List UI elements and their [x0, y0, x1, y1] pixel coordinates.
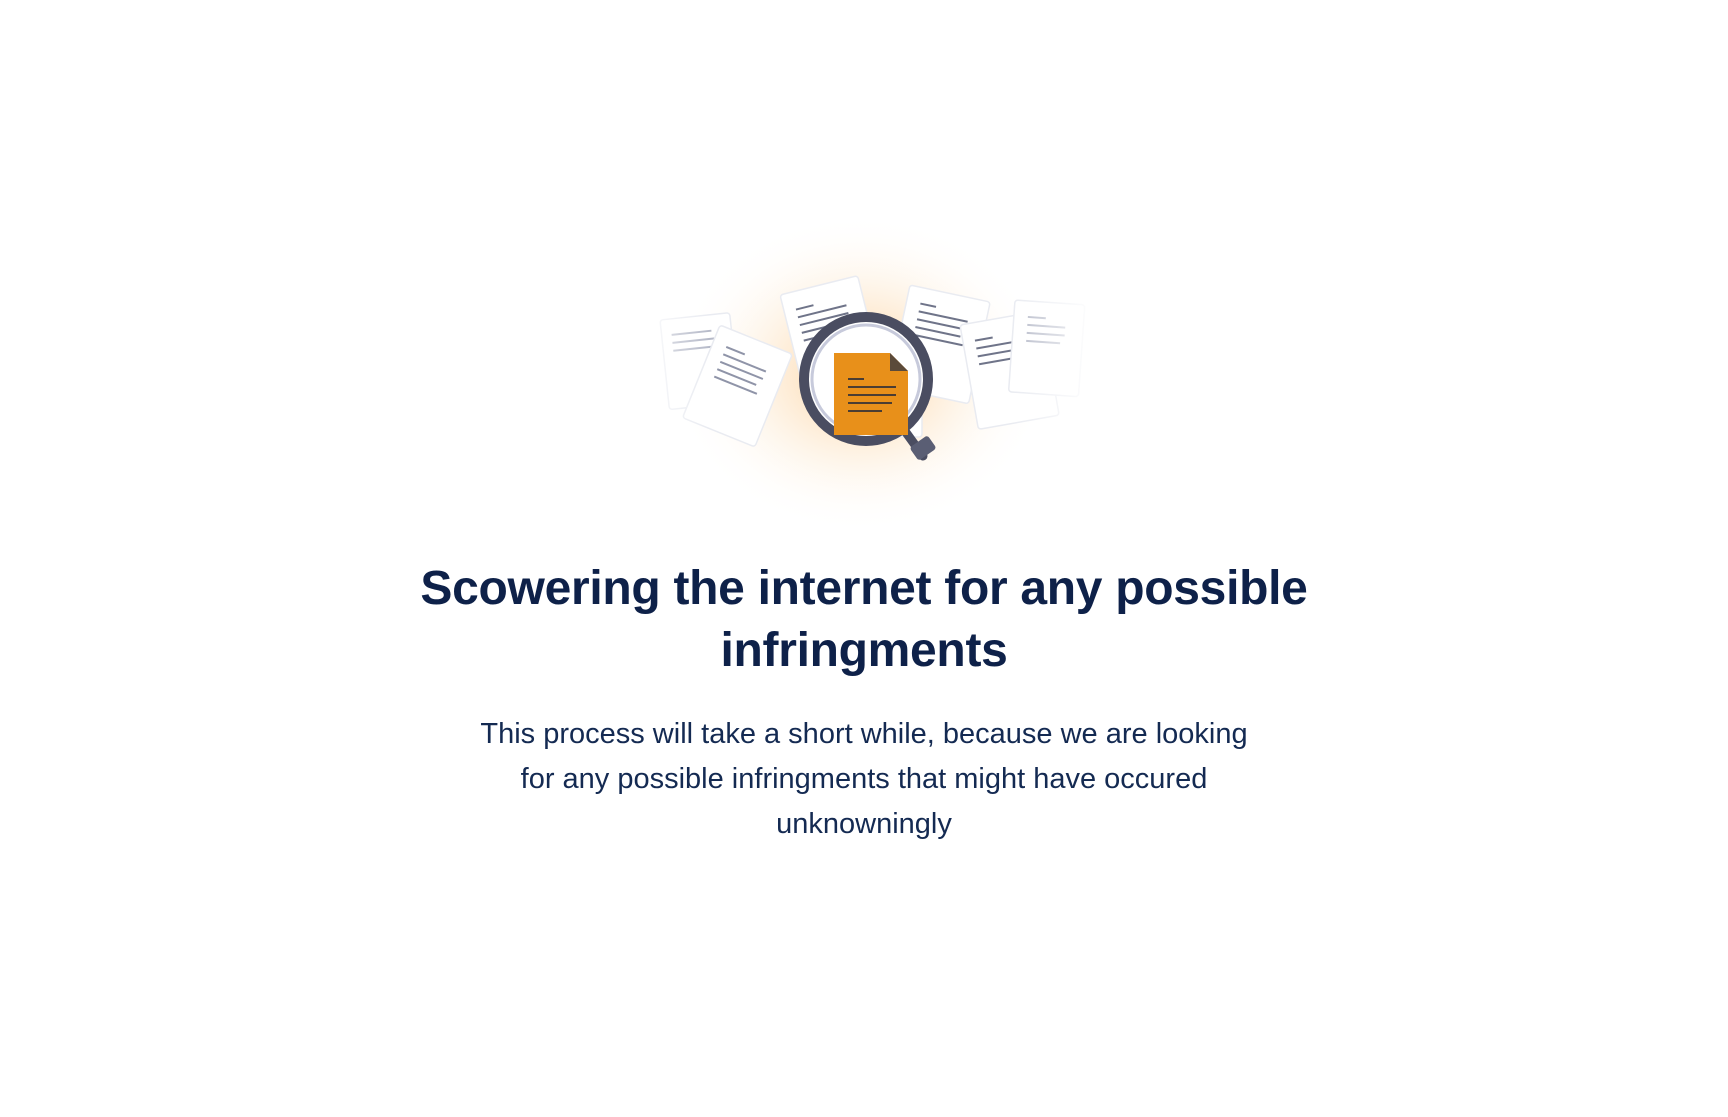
- document-search-illustration: [620, 215, 1100, 545]
- page-title: Scowering the internet for any possible …: [420, 562, 1308, 677]
- document-icon: [834, 353, 908, 435]
- status-description: This process will take a short while, be…: [480, 718, 1248, 840]
- scan-progress-screen: Scowering the internet for any possible …: [0, 0, 1728, 1117]
